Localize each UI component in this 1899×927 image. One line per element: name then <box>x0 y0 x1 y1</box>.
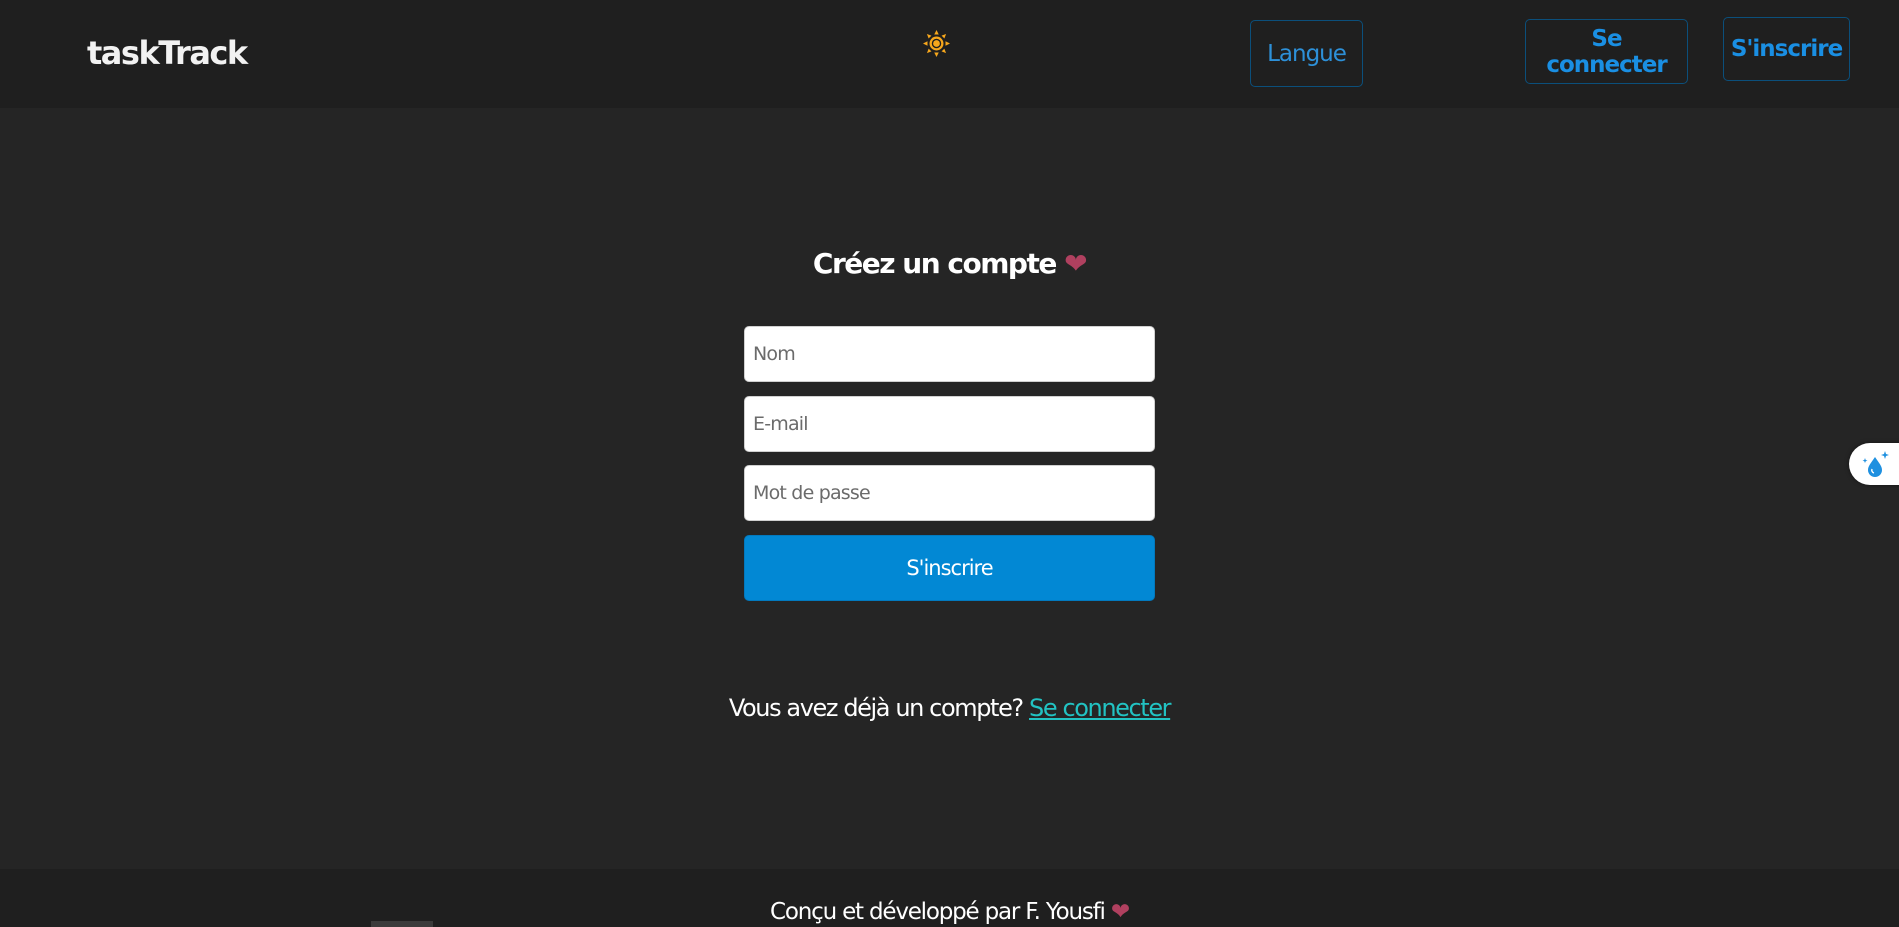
login-prompt-text: Vous avez déjà un compte? <box>728 694 1024 722</box>
scrollbar-thumb[interactable] <box>371 921 433 927</box>
email-input[interactable] <box>744 396 1155 452</box>
signup-submit-button[interactable]: S'inscrire <box>744 535 1155 601</box>
login-prompt: Vous avez déjà un compte? Se connecter <box>0 694 1899 722</box>
signup-nav-button[interactable]: S'inscrire <box>1723 17 1850 81</box>
heart-icon: ❤ <box>1064 247 1087 280</box>
sun-icon[interactable] <box>923 30 950 57</box>
side-widget-button[interactable] <box>1849 443 1899 485</box>
heart-icon: ❤ <box>1110 899 1130 925</box>
name-input[interactable] <box>744 326 1155 382</box>
brand-logo[interactable]: taskTrack <box>87 34 248 72</box>
language-button[interactable]: Langue <box>1250 20 1363 87</box>
footer: Conçu et développé par F. Yousfi ❤ <box>0 869 1899 927</box>
footer-credit: Conçu et développé par F. Yousfi ❤ <box>0 899 1899 925</box>
droplet-sparkle-icon <box>1862 451 1889 477</box>
login-link[interactable]: Se connecter <box>1029 694 1172 722</box>
navbar: taskTrack Langue Se connecter S'inscrire <box>0 0 1899 108</box>
password-input[interactable] <box>744 465 1155 521</box>
login-nav-button[interactable]: Se connecter <box>1525 19 1688 84</box>
form-title-text: Créez un compte <box>812 247 1057 280</box>
footer-credit-text: Conçu et développé par F. Yousfi <box>770 899 1106 925</box>
page-title: Créez un compte ❤ <box>0 247 1899 280</box>
